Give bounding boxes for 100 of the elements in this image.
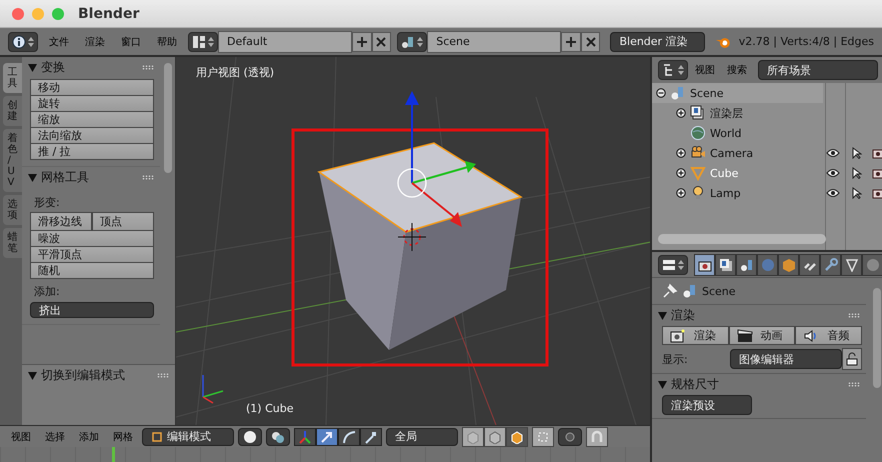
scene-selector[interactable] [397,32,428,52]
tool-button[interactable]: 平滑顶点 [30,246,154,263]
audio-button[interactable]: 音频 [795,326,862,345]
scrollbar[interactable] [658,234,826,244]
properties-tab[interactable] [841,254,862,276]
display-dropdown[interactable]: 图像编辑器 [730,349,842,369]
panel-title[interactable]: 规格尺寸 [671,376,844,393]
occlude-icon[interactable] [532,426,554,446]
tool-tab[interactable]: 着色 / UV [3,129,22,192]
properties-tab[interactable] [736,254,757,276]
render-preset-dropdown[interactable]: 渲染预设 [662,395,752,415]
collapse-triangle-icon[interactable] [28,174,37,182]
collapse-triangle-icon[interactable] [658,312,667,320]
grip-icon[interactable] [848,313,860,318]
editor-type-button[interactable] [8,32,38,52]
magnet-icon[interactable] [586,426,608,446]
tree-row[interactable]: World [652,123,819,143]
render-engine-dropdown[interactable]: Blender 渲染 [610,32,706,52]
grip-icon[interactable] [142,65,154,70]
panel-title[interactable]: 变换 [41,59,138,76]
properties-tab[interactable] [820,254,841,276]
tree-row[interactable]: Scene [652,83,823,103]
properties-tab[interactable] [799,254,820,276]
properties-tab[interactable] [778,254,799,276]
collapse-icon[interactable] [656,88,666,98]
pin-icon[interactable] [662,283,678,299]
camera-icon[interactable] [872,147,882,159]
pivot-dropdown[interactable] [266,428,290,446]
collapse-triangle-icon[interactable] [658,380,667,388]
cursor-icon[interactable] [850,187,862,199]
menu-item[interactable]: 搜索 [722,63,752,77]
animation-button[interactable]: 动画 [728,326,796,345]
tool-button[interactable]: 缩放 [30,111,154,128]
proportional-dropdown[interactable] [558,428,582,446]
eye-icon[interactable] [826,187,840,199]
tool-button[interactable]: 顶点 [92,212,154,231]
eye-icon[interactable] [826,167,840,179]
collapse-triangle-icon[interactable] [28,372,37,380]
layout-field[interactable]: Default [218,30,352,52]
tool-tab[interactable]: 蜡笔 [3,228,22,258]
orientation-dropdown[interactable]: 全局 [386,428,458,446]
tool-button[interactable]: 旋转 [30,95,154,112]
add-button[interactable] [352,32,372,52]
menu-item[interactable]: 渲染 [80,34,110,48]
tree-row[interactable]: 渲染层 [652,103,819,123]
manipulator-button[interactable] [360,428,382,446]
manipulator-button[interactable] [294,428,316,446]
editor-type-button[interactable] [658,254,688,274]
expand-icon[interactable] [676,168,686,178]
tool-tab[interactable]: 创建 [3,96,22,126]
cursor-icon[interactable] [850,147,862,159]
render-button[interactable]: 渲染 [662,326,729,345]
collapse-triangle-icon[interactable] [28,64,37,72]
manipulator-button[interactable] [316,428,338,446]
menu-item[interactable]: 帮助 [152,34,182,48]
camera-icon[interactable] [872,187,882,199]
expand-icon[interactable] [676,188,686,198]
menu-item[interactable]: 文件 [44,34,74,48]
close-button[interactable] [372,32,392,52]
grip-icon[interactable] [157,373,169,378]
editor-type-button[interactable] [658,60,688,80]
tool-tab[interactable]: 选项 [3,195,22,225]
menu-item[interactable]: 选择 [40,430,70,444]
lock-icon[interactable] [842,348,862,370]
tree-row[interactable]: Camera [652,143,819,163]
vertex-select-icon[interactable] [462,426,484,446]
add-button[interactable] [561,32,581,52]
scrollbar[interactable] [873,288,881,388]
menu-item[interactable]: 视图 [6,430,36,444]
tool-button[interactable]: 法向缩放 [30,127,154,144]
display-mode-dropdown[interactable]: 所有场景 [758,60,878,80]
tool-button[interactable]: 滑移边线 [30,212,92,231]
tool-button[interactable]: 推 / 拉 [30,143,154,160]
cursor-icon[interactable] [850,167,862,179]
scrollbar[interactable] [164,63,172,173]
face-select-icon[interactable] [506,426,528,446]
close-button[interactable] [580,32,600,52]
grip-icon[interactable] [848,382,860,387]
menu-item[interactable]: 添加 [74,430,104,444]
camera-icon[interactable] [872,167,882,179]
tool-button[interactable]: 随机 [30,262,154,279]
expand-icon[interactable] [676,148,686,158]
panel-title[interactable]: 渲染 [671,307,844,324]
panel-title[interactable]: 切换到编辑模式 [41,367,153,384]
panel-title[interactable]: 网格工具 [41,169,138,186]
properties-tab[interactable] [694,254,715,276]
menu-item[interactable]: 网格 [108,430,138,444]
tree-row[interactable]: Lamp [652,183,819,203]
mode-dropdown[interactable]: 编辑模式 [142,428,234,446]
manipulator-button[interactable] [338,428,360,446]
tool-button[interactable]: 噪波 [30,230,154,247]
scene-field[interactable]: Scene [427,30,562,52]
tree-row[interactable]: Cube [652,163,819,183]
expand-icon[interactable] [676,108,686,118]
edge-select-icon[interactable] [484,426,506,446]
shading-dropdown[interactable] [238,428,262,446]
properties-tab[interactable] [715,254,736,276]
menu-item[interactable]: 窗口 [116,34,146,48]
3d-viewport[interactable]: 用户视图 (透视) (1) Cube [176,57,650,425]
eye-icon[interactable] [826,147,840,159]
